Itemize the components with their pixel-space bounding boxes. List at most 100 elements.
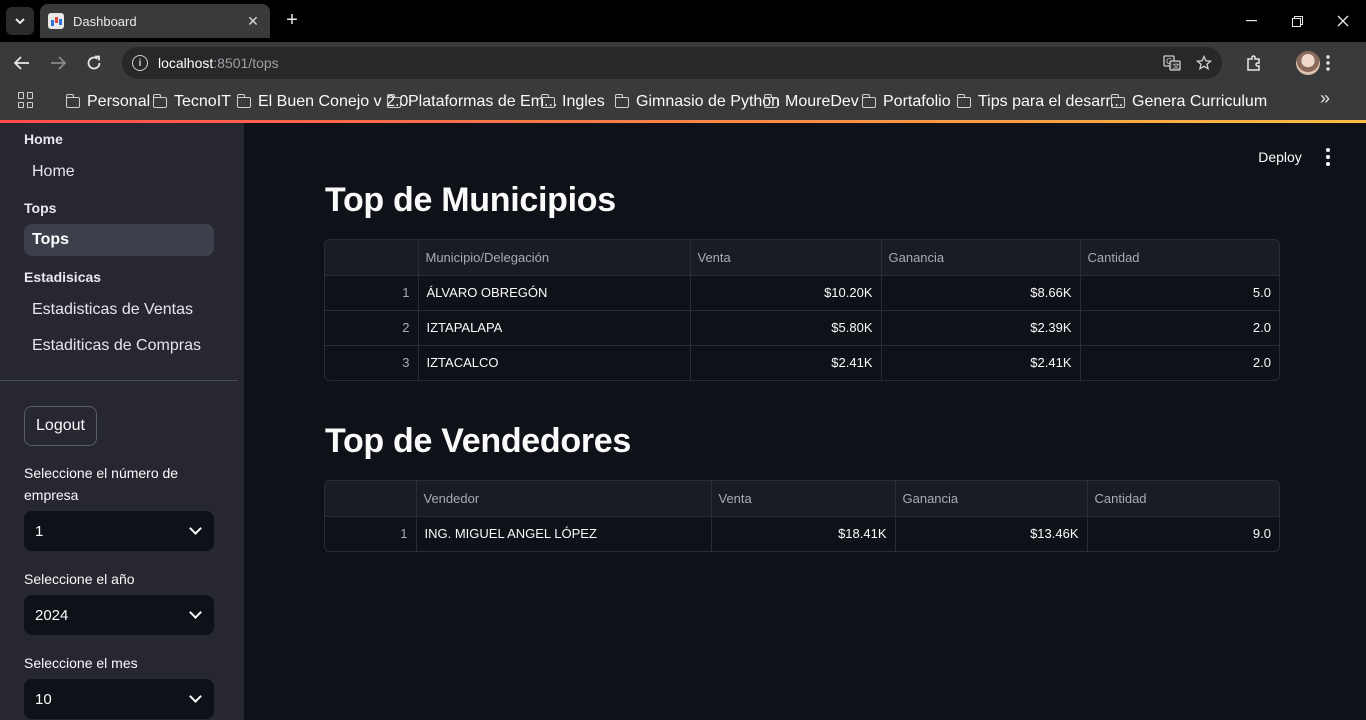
folder-icon: [956, 93, 971, 108]
browser-tab[interactable]: Dashboard ✕: [40, 4, 270, 38]
month-select[interactable]: 10: [24, 679, 214, 719]
bookmark-label: Gimnasio de Python: [636, 93, 781, 110]
browser-tab-strip: Dashboard ✕ +: [0, 0, 1366, 42]
sidebar-divider: [0, 380, 238, 381]
month-select-label: Seleccione el mes: [24, 655, 138, 671]
sidebar-item-home[interactable]: Home: [24, 156, 214, 188]
column-header[interactable]: Ganancia: [881, 240, 1081, 276]
folder-icon: [65, 93, 80, 108]
cell-cantidad[interactable]: 2.0: [1080, 310, 1279, 346]
table-row[interactable]: 1 ING. MIGUEL ANGEL LÓPEZ $18.41K $13.46…: [325, 516, 1279, 551]
new-tab-button[interactable]: +: [280, 8, 304, 32]
sidebar-item-estadisticas-ventas[interactable]: Estadisticas de Ventas: [24, 294, 214, 326]
profile-avatar[interactable]: [1296, 51, 1320, 75]
back-button[interactable]: [10, 51, 34, 75]
year-select-value: 2024: [35, 606, 69, 624]
municipios-table[interactable]: Municipio/Delegación Venta Ganancia Cant…: [324, 239, 1280, 381]
cell-vendedor[interactable]: ING. MIGUEL ANGEL LÓPEZ: [416, 516, 712, 551]
bookmark-label: El Buen Conejo v 2.0: [258, 93, 409, 110]
bookmark-folder[interactable]: Personal: [65, 93, 150, 111]
extensions-icon[interactable]: [1242, 51, 1266, 75]
bookmark-folder[interactable]: El Buen Conejo v 2.0: [236, 93, 409, 111]
cell-municipio[interactable]: IZTAPALAPA: [418, 310, 691, 346]
column-header[interactable]: Vendedor: [416, 481, 712, 517]
row-index: 3: [325, 345, 419, 380]
column-header[interactable]: Venta: [690, 240, 882, 276]
close-icon: [1337, 15, 1349, 27]
bookmark-label: Plataformas de Em...: [408, 93, 558, 110]
cell-municipio[interactable]: ÁLVARO OBREGÓN: [418, 275, 691, 311]
table-row[interactable]: 3 IZTACALCO $2.41K $2.41K 2.0: [325, 345, 1279, 380]
folder-icon: [861, 93, 876, 108]
close-window-button[interactable]: [1320, 0, 1366, 42]
row-index: 1: [325, 516, 417, 551]
star-icon[interactable]: [1192, 47, 1216, 79]
apps-grid-icon[interactable]: [18, 92, 34, 108]
minimize-button[interactable]: [1228, 0, 1274, 42]
month-select-value: 10: [35, 690, 52, 708]
sidebar-item-tops[interactable]: Tops: [24, 224, 214, 256]
cell-ganancia[interactable]: $8.66K: [881, 275, 1081, 311]
tab-search-button[interactable]: [6, 7, 34, 35]
address-bar[interactable]: i localhost:8501/tops G文: [122, 47, 1222, 79]
app-menu-icon[interactable]: [1318, 145, 1338, 169]
cell-municipio[interactable]: IZTACALCO: [418, 345, 691, 380]
vendedores-title: Top de Vendedores: [325, 422, 631, 460]
cell-venta[interactable]: $10.20K: [690, 275, 882, 311]
column-header[interactable]: Municipio/Delegación: [418, 240, 691, 276]
folder-icon: [152, 93, 167, 108]
table-header-row: Municipio/Delegación Venta Ganancia Cant…: [325, 240, 1279, 276]
table-row[interactable]: 2 IZTAPALAPA $5.80K $2.39K 2.0: [325, 310, 1279, 346]
folder-icon: [236, 93, 251, 108]
vendedores-table[interactable]: Vendedor Venta Ganancia Cantidad 1 ING. …: [324, 480, 1280, 552]
bookmark-label: Genera Curriculum: [1132, 93, 1268, 110]
column-header[interactable]: Cantidad: [1080, 240, 1279, 276]
bookmark-folder[interactable]: Gimnasio de Python: [614, 93, 781, 111]
bookmark-folder[interactable]: MoureDev: [763, 93, 859, 111]
close-icon[interactable]: ✕: [244, 13, 262, 30]
restore-button[interactable]: [1274, 0, 1320, 42]
column-header[interactable]: Venta: [711, 481, 896, 517]
forward-button[interactable]: [46, 51, 70, 75]
table-row[interactable]: 1 ÁLVARO OBREGÓN $10.20K $8.66K 5.0: [325, 275, 1279, 311]
column-header[interactable]: [325, 481, 417, 517]
sidebar-item-estadisticas-compras[interactable]: Estaditicas de Compras: [24, 330, 214, 362]
nav-section-header: Estadisicas: [24, 269, 102, 285]
site-info-icon[interactable]: i: [132, 55, 148, 71]
folder-icon: [1110, 93, 1125, 108]
chevron-down-icon: [15, 18, 25, 24]
cell-ganancia[interactable]: $2.41K: [881, 345, 1081, 380]
cell-cantidad[interactable]: 9.0: [1087, 516, 1279, 551]
column-header[interactable]: [325, 240, 419, 276]
cell-ganancia[interactable]: $2.39K: [881, 310, 1081, 346]
arrow-left-icon: [14, 56, 29, 70]
reload-button[interactable]: [82, 51, 106, 75]
cell-cantidad[interactable]: 5.0: [1080, 275, 1279, 311]
translate-icon[interactable]: G文: [1160, 47, 1184, 79]
column-header[interactable]: Cantidad: [1087, 481, 1279, 517]
bookmark-label: Ingles: [562, 93, 605, 110]
cell-venta[interactable]: $5.80K: [690, 310, 882, 346]
column-header[interactable]: Ganancia: [895, 481, 1088, 517]
bookmark-folder[interactable]: Portafolio: [861, 93, 951, 111]
bookmark-folder[interactable]: Ingles: [540, 93, 605, 111]
company-select-label: Seleccione el número de empresa: [24, 465, 179, 503]
logout-button[interactable]: Logout: [24, 406, 97, 446]
bookmark-folder[interactable]: TecnoIT: [152, 93, 231, 111]
year-select[interactable]: 2024: [24, 595, 214, 635]
svg-text:文: 文: [1173, 62, 1180, 71]
bookmark-folder[interactable]: Tips para el desarr...: [956, 93, 1123, 111]
bookmark-folder[interactable]: Genera Curriculum: [1110, 93, 1268, 111]
cell-cantidad[interactable]: 2.0: [1080, 345, 1279, 380]
company-select[interactable]: 1: [24, 511, 214, 551]
cell-venta[interactable]: $2.41K: [690, 345, 882, 380]
chevron-down-icon: [189, 606, 202, 619]
cell-venta[interactable]: $18.41K: [711, 516, 896, 551]
nav-section-header: Tops: [24, 200, 57, 216]
more-bookmarks-icon[interactable]: »: [1320, 88, 1330, 109]
bookmark-folder[interactable]: Plataformas de Em...: [386, 93, 558, 111]
deploy-button[interactable]: Deploy: [1252, 145, 1308, 169]
browser-toolbar: i localhost:8501/tops G文: [0, 42, 1366, 84]
bookmark-label: TecnoIT: [174, 93, 231, 110]
cell-ganancia[interactable]: $13.46K: [895, 516, 1088, 551]
